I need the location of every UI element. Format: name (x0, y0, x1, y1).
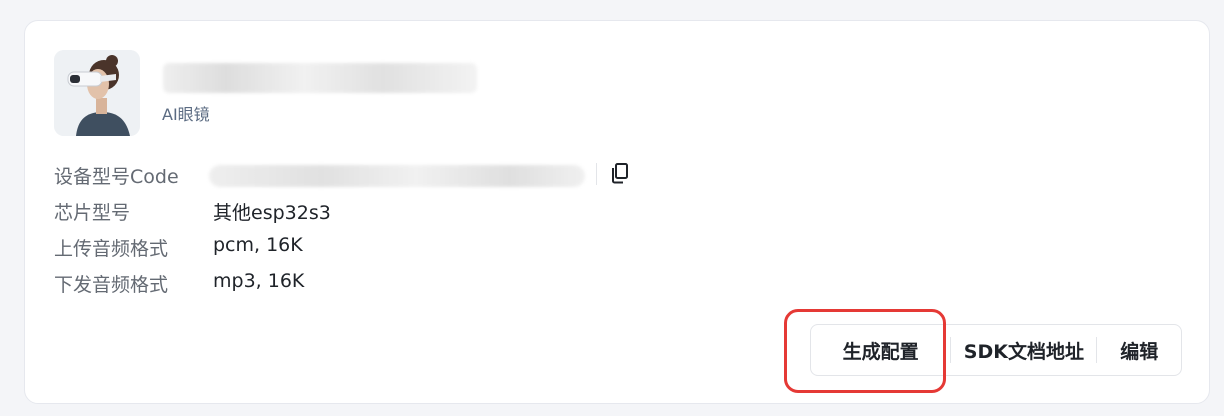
device-avatar (54, 50, 140, 136)
copy-divider (596, 163, 597, 185)
device-name-redacted (163, 63, 477, 93)
chip-model-value: 其他esp32s3 (213, 202, 331, 224)
copy-icon[interactable] (609, 161, 631, 185)
action-button-group: 生成配置 SDK文档地址 编辑 (810, 324, 1182, 376)
device-category: AI眼镜 (162, 105, 210, 124)
download-audio-format-value: mp3, 16K (213, 270, 305, 292)
chip-model-label: 芯片型号 (54, 202, 131, 224)
person-with-vr-glasses-icon (54, 50, 140, 136)
download-audio-format-label: 下发音频格式 (54, 274, 169, 296)
device-card: AI眼镜 设备型号Code 芯片型号 其他esp32s3 上传音频格式 pcm,… (24, 20, 1210, 404)
upload-audio-format-value: pcm, 16K (213, 234, 303, 256)
generate-config-button[interactable]: 生成配置 (811, 325, 950, 375)
sdk-docs-button[interactable]: SDK文档地址 (951, 325, 1096, 375)
edit-button[interactable]: 编辑 (1097, 325, 1181, 375)
device-code-label: 设备型号Code (54, 166, 179, 188)
upload-audio-format-label: 上传音频格式 (54, 238, 169, 260)
device-code-redacted (209, 165, 585, 187)
